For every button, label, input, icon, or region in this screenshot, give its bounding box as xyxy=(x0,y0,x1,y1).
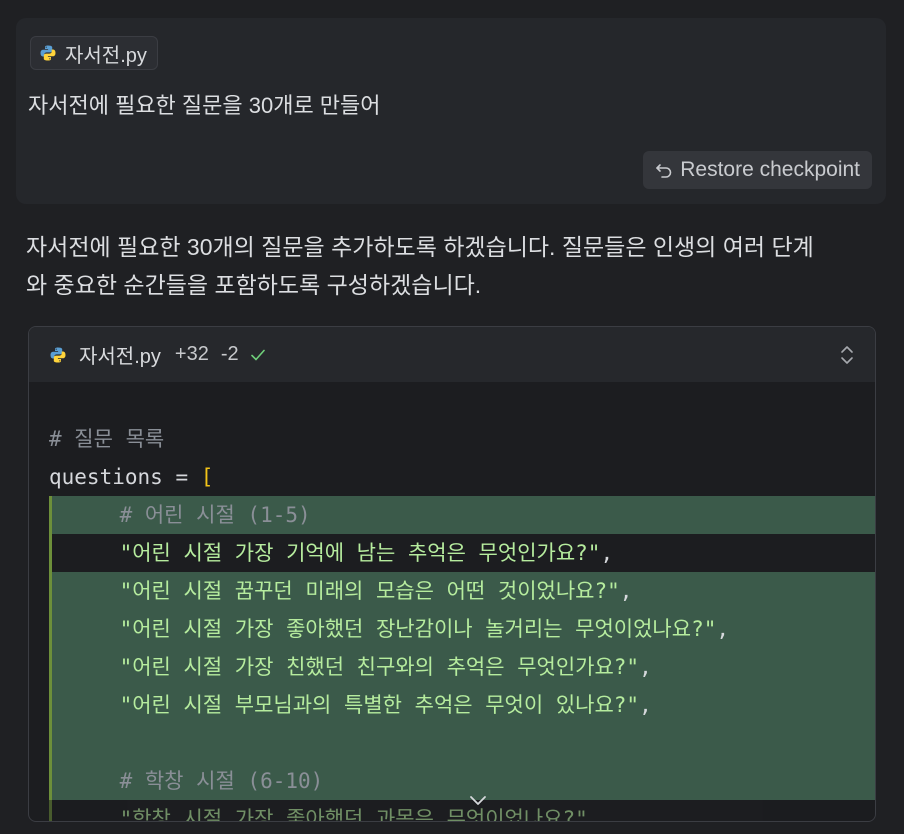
code-diff-panel: 자서전.py +32 -2 # 질문 목록 questions = [ # 어린 … xyxy=(28,326,876,822)
code-string: "어린 시절 가장 친했던 친구와의 추억은 무엇인가요?" xyxy=(69,655,640,679)
code-punctuation: , xyxy=(716,617,730,641)
attachment-filename: 자서전.py xyxy=(65,44,147,67)
code-line xyxy=(49,724,875,762)
code-comment: # 어린 시절 (1-5) xyxy=(69,503,311,527)
code-line: questions = [ xyxy=(29,458,875,496)
code-punctuation: , xyxy=(587,807,601,822)
assistant-line-1: 자서전에 필요한 30개의 질문을 추가하도록 하겠습니다. 질문들은 인생의 … xyxy=(26,234,814,260)
code-line: "학창 시절 가장 좋아했던 과목은 무엇이었나요?", xyxy=(49,800,875,822)
code-line: "어린 시절 가장 기억에 남는 추억은 무엇인가요?", xyxy=(49,534,875,572)
code-string: "어린 시절 가장 기억에 남는 추억은 무엇인가요?" xyxy=(69,541,601,565)
assistant-message: 자서전에 필요한 30개의 질문을 추가하도록 하겠습니다. 질문들은 인생의 … xyxy=(26,228,886,304)
code-line: "어린 시절 부모님과의 특별한 추억은 무엇이 있나요?", xyxy=(49,686,875,724)
user-message-card: 자서전.py 자서전에 필요한 질문을 30개로 만들어 Restore che… xyxy=(16,18,886,204)
python-file-icon xyxy=(40,45,56,61)
code-line: # 학창 시절 (6-10) xyxy=(49,762,875,800)
code-line: "어린 시절 가장 좋아했던 장난감이나 놀거리는 무엇이었나요?", xyxy=(49,610,875,648)
code-bracket: [ xyxy=(200,465,214,489)
restore-checkpoint-button[interactable]: Restore checkpoint xyxy=(643,151,872,189)
check-icon xyxy=(250,349,265,360)
code-operator: = xyxy=(162,465,201,489)
code-line: # 어린 시절 (1-5) xyxy=(49,496,875,534)
code-punctuation: , xyxy=(639,693,652,717)
diff-header[interactable]: 자서전.py +32 -2 xyxy=(29,327,875,382)
code-string: "어린 시절 가장 좋아했던 장난감이나 놀거리는 무엇이었나요?" xyxy=(69,617,717,641)
chat-panel: 자서전.py 자서전에 필요한 질문을 30개로 만들어 Restore che… xyxy=(0,0,904,834)
diff-filename: 자서전.py xyxy=(79,346,161,368)
code-view[interactable]: # 질문 목록 questions = [ # 어린 시절 (1-5) "어린 시… xyxy=(29,382,875,821)
code-line: # 질문 목록 xyxy=(29,420,875,458)
restore-checkpoint-label: Restore checkpoint xyxy=(680,158,860,181)
code-line: "어린 시절 꿈꾸던 미래의 모습은 어떤 것이었나요?", xyxy=(49,572,875,610)
code-comment: # 질문 목록 xyxy=(49,427,165,451)
code-string: "학창 시절 가장 좋아했던 과목은 무엇이었나요?" xyxy=(69,807,588,822)
expand-collapse-icon[interactable] xyxy=(837,344,857,366)
code-identifier: questions xyxy=(49,465,163,489)
undo-arrow-icon xyxy=(656,164,672,178)
code-punctuation: , xyxy=(619,579,633,603)
attachment-chip[interactable]: 자서전.py xyxy=(30,36,158,70)
code-punctuation: , xyxy=(639,655,652,679)
lines-added-count: +32 xyxy=(174,343,209,365)
python-file-icon xyxy=(50,347,66,362)
code-string: "어린 시절 꿈꾸던 미래의 모습은 어떤 것이었나요?" xyxy=(69,579,620,603)
code-line: "어린 시절 가장 친했던 친구와의 추억은 무엇인가요?", xyxy=(49,648,875,686)
code-string: "어린 시절 부모님과의 특별한 추억은 무엇이 있나요?" xyxy=(69,693,640,717)
code-comment: # 학창 시절 (6-10) xyxy=(69,769,324,793)
chevron-down-icon[interactable] xyxy=(467,793,489,809)
assistant-line-2: 와 중요한 순간들을 포함하도록 구성하겠습니다. xyxy=(26,272,482,298)
user-message-text: 자서전에 필요한 질문을 30개로 만들어 xyxy=(28,93,381,118)
code-punctuation: , xyxy=(600,541,614,565)
lines-removed-count: -2 xyxy=(220,343,239,365)
